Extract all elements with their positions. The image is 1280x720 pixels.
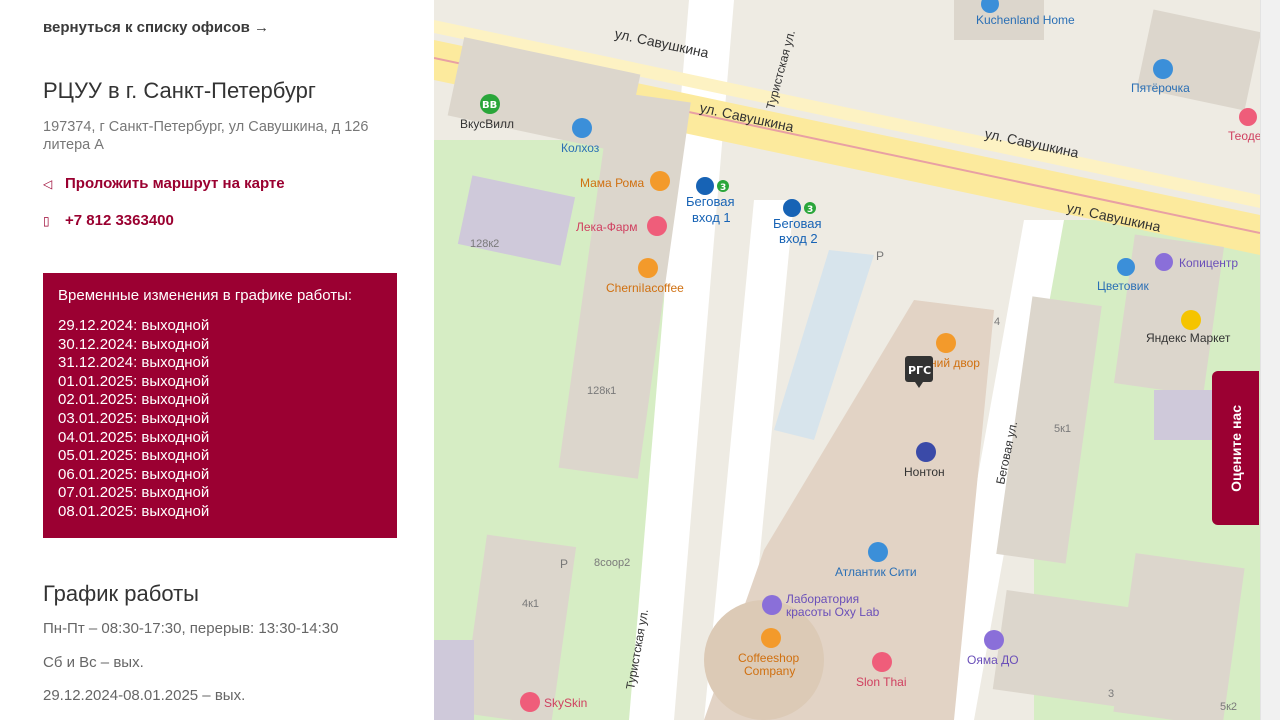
house-number: 128к1 [587,385,616,397]
poi-label: Company [744,664,795,678]
schedule-weekend: Сб и Вс – вых. [43,654,144,671]
office-address: 197374, г Санкт-Петербург, ул Савушкина,… [43,119,369,153]
notice-list: 29.12.2024: выходной 30.12.2024: выходно… [58,317,382,522]
flower-icon [1117,258,1135,276]
beauty-icon [520,692,540,712]
metro-icon [783,199,801,217]
shop-icon [1153,59,1173,79]
poi-label: Цветовик [1097,279,1150,293]
list-item: 30.12.2024: выходной [58,335,210,353]
schedule-holidays: 29.12.2024-08.01.2025 – вых. [43,687,246,704]
poi-label: CherniIacoffee [606,281,684,295]
building [1154,390,1214,440]
house-number: 5к2 [1220,701,1237,713]
poi-label: вход 2 [779,231,818,246]
back-to-offices-link[interactable]: вернуться к списку офисов → [43,19,269,36]
poi-label: Беговая [773,216,821,231]
building [434,640,474,720]
coffee-icon [761,628,781,648]
poi-label: Колхоз [561,141,600,155]
list-item: 29.12.2024: выходной [58,317,210,334]
route-link[interactable]: ◁ Проложить маршрут на карте [43,175,285,192]
parking-icon: P [560,557,568,571]
rate-us-label: Оцените нас [1227,404,1244,492]
poi-label: Беговая [686,194,734,209]
spa-icon [872,652,892,672]
list-item: 02.01.2025: выходной [58,391,210,409]
poi-label: Атлантик Сити [835,565,917,579]
market-icon [1181,310,1201,330]
navigation-arrow-icon: ◁ [43,176,53,191]
list-item: 06.01.2025: выходной [58,465,210,483]
list-item: 01.01.2025: выходной [58,372,210,390]
notice-title: Временные изменения в графике работы: [58,287,353,304]
schedule-weekdays: Пн-Пт – 08:30-17:30, перерыв: 13:30-14:3… [43,620,339,637]
list-item: 05.01.2025: выходной [58,447,210,465]
office-marker-label: РГС [908,364,931,377]
coffee-icon [638,258,658,278]
phone-link[interactable]: ▯ +7 812 3363400 [43,212,174,229]
list-item: 07.01.2025: выходной [58,484,210,502]
house-number: 4 [994,316,1000,328]
beauty-icon [762,595,782,615]
building [1113,553,1245,720]
poi-label: SkySkin [544,696,587,710]
restaurant-icon [650,171,670,191]
house-number: 128к2 [470,238,499,250]
schedule-changes-notice: Временные изменения в графике работы: 29… [43,273,397,538]
poi-label: Пятёрочка [1131,81,1190,95]
schedule-title: График работы [43,581,199,606]
building [447,37,641,153]
map-canvas[interactable]: ул. Савушкина ул. Савушкина ул. Савушкин… [434,0,1260,720]
poi-label: Coffeeshop [738,651,799,665]
poi-kopicentr[interactable]: Копицентр [1155,253,1238,271]
poi-label: Копицентр [1179,256,1238,270]
shop-icon [572,118,592,138]
poi-label: вход 1 [692,210,731,225]
list-item: 03.01.2025: выходной [58,409,210,427]
office-map[interactable]: ул. Савушкина ул. Савушкина ул. Савушкин… [434,0,1260,720]
metro-line-number: 3 [807,205,813,215]
poi-teodor[interactable]: Теоде [1228,108,1260,143]
list-item: 04.01.2025: выходной [58,428,210,446]
house-number: 8соор2 [594,557,630,569]
page-scrollbar[interactable] [1260,0,1280,720]
poi-label: ний двор [930,356,980,370]
pharmacy-icon [647,216,667,236]
parking-icon: P [876,249,884,263]
phone-icon: ▯ [43,213,50,228]
poi-label: Яндекс Маркет [1146,331,1231,345]
poi-label: Лаборатория [786,592,859,606]
poi-label: Лека-Фарм [576,220,637,234]
vkusvill-logo: ВВ [482,100,497,111]
house-number: 5к1 [1054,423,1071,435]
phone-number: +7 812 3363400 [65,212,174,229]
poi-label: красоты Oxy Lab [786,605,880,619]
store-icon [916,442,936,462]
house-number: 4к1 [522,598,539,610]
restaurant-icon [936,333,956,353]
poi-label: ВкусВилл [460,117,514,131]
poi-label: Нонтон [904,465,945,479]
office-title: РЦУУ в г. Санкт-Петербург [43,78,316,103]
list-item: 08.01.2025: выходной [58,502,210,520]
poi-label: Ояма ДО [967,653,1019,667]
poi-label: Теоде [1228,129,1260,143]
house-number: 3 [1108,688,1114,700]
sport-icon [984,630,1004,650]
metro-icon [696,177,714,195]
route-link-label: Проложить маршрут на карте [65,175,285,192]
service-icon [1155,253,1173,271]
poi-label: Мама Рома [580,176,644,190]
office-details-panel: вернуться к списку офисов → РЦУУ в г. Са… [0,0,434,720]
metro-line-number: 3 [720,183,726,193]
beauty-icon [1239,108,1257,126]
poi-label: Kuchenland Home [976,13,1075,27]
list-item: 31.12.2024: выходной [58,354,210,372]
poi-label: Slon Thai [856,675,906,689]
rate-us-button[interactable]: Оцените нас [1212,371,1259,525]
mall-icon [868,542,888,562]
